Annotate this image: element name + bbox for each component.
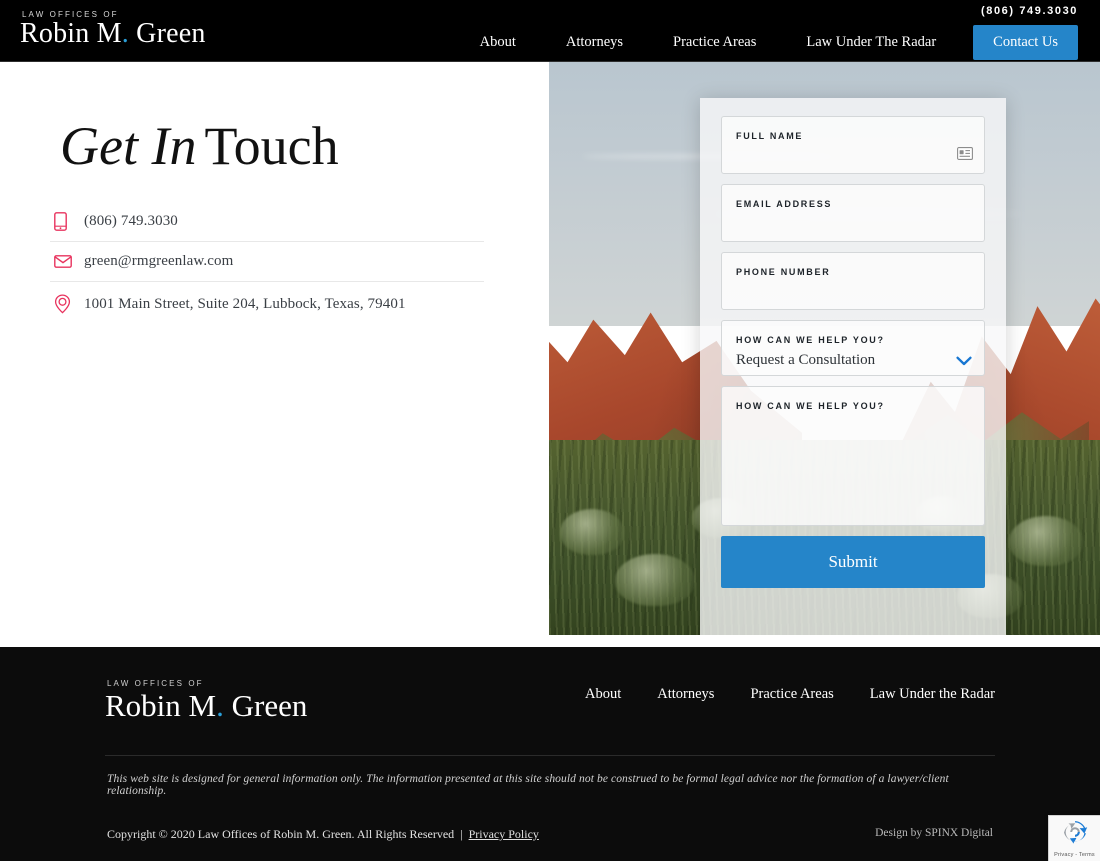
footer-copyright: Copyright © 2020 Law Offices of Robin M.… [107,827,539,842]
page-root: LAW OFFICES OF Robin M. Green (806) 749.… [0,0,1100,861]
header-logo-name: Robin M. Green [20,20,206,48]
footer-nav-item-law-under-the-radar[interactable]: Law Under the Radar [870,686,995,703]
recaptcha-privacy-terms-text[interactable]: Privacy - Terms [1054,852,1095,858]
privacy-policy-link[interactable]: Privacy Policy [469,827,539,841]
full-name-label: FULL NAME [736,131,804,141]
photo-bush [560,508,625,555]
email-address-label: EMAIL ADDRESS [736,199,833,209]
footer-design-credit: Design by SPINX Digital [875,827,993,839]
site-header: LAW OFFICES OF Robin M. Green (806) 749.… [0,0,1100,62]
submit-button[interactable]: Submit [721,536,985,588]
contact-value-address: 1001 Main Street, Suite 204, Lubbock, Te… [84,295,406,312]
help-topic-label: HOW CAN WE HELP YOU? [736,335,885,345]
contact-row-phone[interactable]: (806) 749.3030 [50,202,484,242]
photo-bush [615,554,696,607]
contact-form: FULL NAME EMAIL ADDRESS PHONE NUMBER HOW… [700,98,1006,635]
header-logo-name-part-b: Green [128,18,206,49]
contact-row-email[interactable]: green@rmgreenlaw.com [50,242,484,282]
envelope-icon [54,255,84,268]
contact-card-autofill-icon[interactable] [957,147,973,160]
page-title-regular: Touch [204,116,339,176]
nav-item-about[interactable]: About [455,34,541,51]
footer-disclaimer: This web site is designed for general in… [107,773,949,797]
recaptcha-logo-icon [1062,819,1088,850]
footer-logo[interactable]: LAW OFFICES OF Robin M. Green [105,679,307,721]
site-footer: LAW OFFICES OF Robin M. Green About Atto… [0,647,1100,861]
full-name-field[interactable]: FULL NAME [721,116,985,174]
page-title: Get In Touch [60,119,339,173]
location-pin-icon [54,294,84,314]
footer-logo-name-part-a: Robin M [105,688,217,723]
chevron-down-icon[interactable] [956,353,972,371]
phone-number-field[interactable]: PHONE NUMBER [721,252,985,310]
contact-value-email: green@rmgreenlaw.com [84,253,234,269]
footer-nav-item-attorneys[interactable]: Attorneys [657,686,714,703]
header-logo-name-part-a: Robin M [20,18,122,49]
footer-nav: About Attorneys Practice Areas Law Under… [585,686,995,703]
footer-logo-kicker: LAW OFFICES OF [107,679,204,688]
form-column: FULL NAME EMAIL ADDRESS PHONE NUMBER HOW… [549,62,1100,635]
header-logo-dot: . [121,18,129,49]
footer-logo-name-part-b: Green [223,688,308,723]
message-label: HOW CAN WE HELP YOU? [736,401,885,411]
contact-info-column: Get In Touch (806) 749.3030 green@rmgree… [0,62,549,635]
contact-row-address[interactable]: 1001 Main Street, Suite 204, Lubbock, Te… [50,282,484,326]
recaptcha-badge[interactable]: Privacy - Terms [1048,815,1100,861]
help-topic-select[interactable]: HOW CAN WE HELP YOU? Request a Consultat… [721,320,985,376]
contact-us-button[interactable]: Contact Us [973,25,1078,60]
contact-list: (806) 749.3030 green@rmgreenlaw.com 1001… [50,202,484,326]
footer-logo-dot: . [216,688,224,723]
nav-item-attorneys[interactable]: Attorneys [541,34,648,51]
phone-icon [54,212,84,231]
header-logo[interactable]: LAW OFFICES OF Robin M. Green [20,10,206,48]
page-title-italic: Get In [60,116,197,176]
main-content: Get In Touch (806) 749.3030 green@rmgree… [0,62,1100,635]
message-textarea[interactable]: HOW CAN WE HELP YOU? [721,386,985,526]
nav-item-practice-areas[interactable]: Practice Areas [648,34,781,51]
photo-bush [1009,516,1084,567]
header-nav: About Attorneys Practice Areas Law Under… [455,25,1078,60]
footer-copyright-text: Copyright © 2020 Law Offices of Robin M.… [107,827,455,841]
footer-divider [105,755,995,756]
phone-number-label: PHONE NUMBER [736,267,831,277]
header-phone-number[interactable]: (806) 749.3030 [981,5,1078,17]
footer-nav-item-about[interactable]: About [585,686,621,703]
footer-logo-name: Robin M. Green [105,690,307,721]
footer-separator: | [460,827,463,841]
contact-value-phone: (806) 749.3030 [84,213,178,229]
footer-nav-item-practice-areas[interactable]: Practice Areas [750,686,833,703]
nav-item-law-under-the-radar[interactable]: Law Under The Radar [781,34,961,51]
email-address-field[interactable]: EMAIL ADDRESS [721,184,985,242]
help-topic-selected-value: Request a Consultation [736,352,876,368]
